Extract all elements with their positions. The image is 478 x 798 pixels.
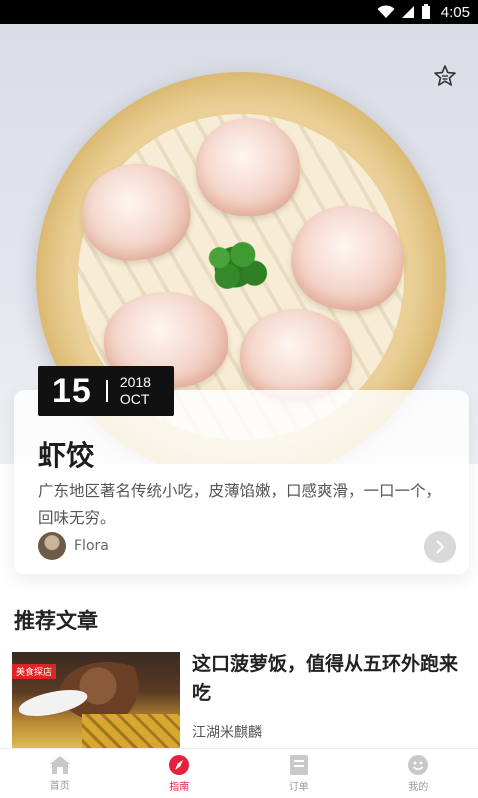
section-title: 推荐文章 bbox=[14, 609, 98, 633]
broccoli bbox=[196, 236, 274, 298]
tab-guide[interactable]: 指南 bbox=[120, 749, 240, 798]
dumpling bbox=[196, 118, 300, 216]
signal-icon bbox=[401, 5, 415, 19]
status-bar: 4:05 bbox=[0, 0, 478, 24]
order-icon bbox=[289, 755, 308, 775]
dish-title: 虾饺 bbox=[38, 439, 95, 472]
battery-icon bbox=[421, 4, 431, 20]
article-thumbnail[interactable]: 美食探店 bbox=[12, 652, 180, 752]
article-item[interactable]: 美食探店 这口菠萝饭，值得从五环外跑来吃 江湖米麒麟 bbox=[12, 650, 472, 752]
pineapple bbox=[82, 714, 180, 752]
avatar[interactable] bbox=[38, 532, 66, 560]
article-title[interactable]: 这口菠萝饭，值得从五环外跑来吃 bbox=[192, 650, 472, 708]
compass-icon bbox=[169, 755, 190, 775]
wifi-icon bbox=[377, 5, 395, 19]
tab-home[interactable]: 首页 bbox=[0, 749, 120, 798]
tab-label: 指南 bbox=[169, 782, 190, 793]
dish-description: 广东地区著名传统小吃，皮薄馅嫩，口感爽滑，一口一个，回味无穷。 bbox=[38, 482, 442, 527]
tab-orders[interactable]: 订单 bbox=[239, 749, 359, 798]
tab-label: 首页 bbox=[49, 781, 70, 792]
date-badge: 15 2018 OCT bbox=[38, 366, 174, 416]
date-year: 2018 bbox=[119, 374, 151, 390]
favorite-button[interactable] bbox=[431, 62, 459, 90]
article-author: 江湖米麒麟 bbox=[192, 725, 262, 741]
tab-profile[interactable]: 我的 bbox=[359, 749, 478, 798]
next-button[interactable] bbox=[424, 531, 456, 563]
tab-label: 订单 bbox=[288, 782, 309, 793]
chevron-right-icon bbox=[436, 540, 445, 554]
profile-icon bbox=[408, 755, 429, 775]
article-tag: 美食探店 bbox=[12, 664, 57, 679]
date-month-year: 2018 OCT bbox=[120, 374, 151, 408]
tab-label: 我的 bbox=[408, 782, 429, 793]
bottom-tab-bar: 首页 指南 订单 我的 bbox=[0, 748, 478, 798]
author-row[interactable]: Flora bbox=[38, 532, 109, 560]
date-day: 15 bbox=[52, 371, 92, 410]
dumpling bbox=[240, 309, 352, 401]
star-list-icon bbox=[434, 65, 456, 86]
date-divider bbox=[105, 380, 108, 402]
status-time: 4:05 bbox=[440, 3, 470, 21]
date-month: OCT bbox=[119, 391, 150, 407]
author-name[interactable]: Flora bbox=[74, 538, 109, 554]
home-icon bbox=[49, 756, 70, 774]
